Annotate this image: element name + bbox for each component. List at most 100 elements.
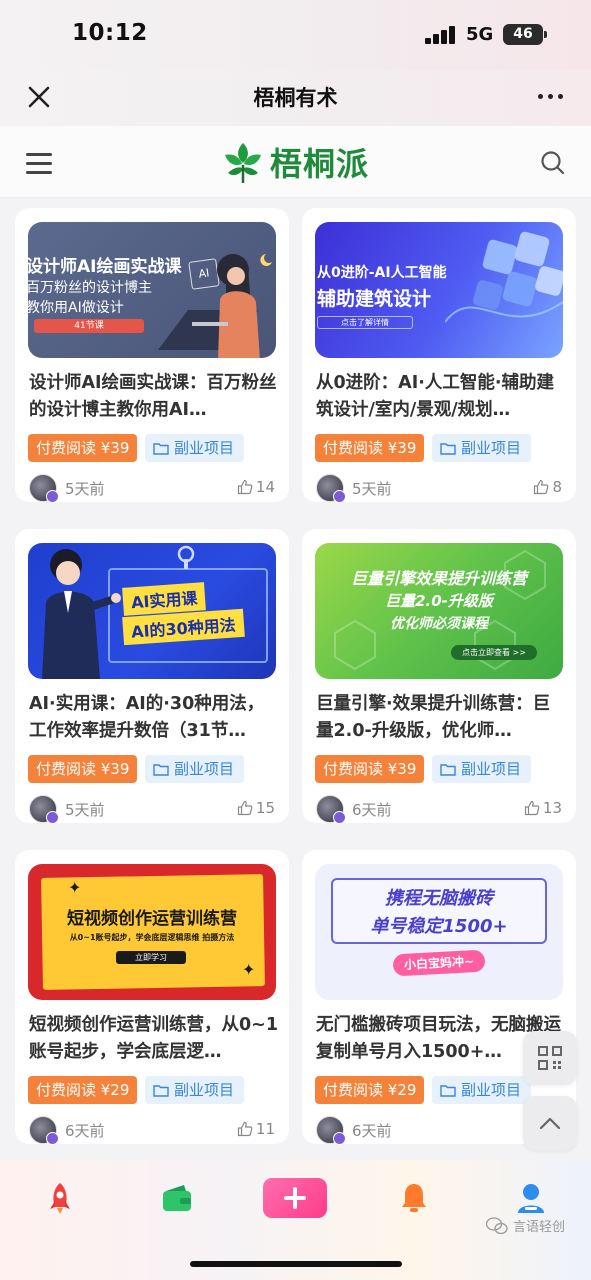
cubes-illustration <box>445 231 563 323</box>
course-title[interactable]: 短视频创作运营训练营，从0~1账号起步，学会底层逻… <box>29 1012 279 1066</box>
thumb-line1: 携程无脑搬砖 <box>385 888 493 909</box>
qr-code-button[interactable] <box>523 1031 577 1085</box>
avatar[interactable] <box>29 795 59 824</box>
thumb-up-icon <box>524 800 540 816</box>
like-count[interactable]: 15 <box>237 799 275 817</box>
post-time: 5天前 <box>65 480 105 498</box>
site-logo[interactable]: 梧桐派 <box>220 137 369 187</box>
avatar[interactable] <box>29 1116 59 1145</box>
pin-icon <box>177 545 195 569</box>
search-icon[interactable] <box>540 150 566 176</box>
bell-icon <box>402 1184 426 1212</box>
wallet-icon <box>163 1185 191 1211</box>
course-thumbnail[interactable]: 携程无脑搬砖 单号稳定1500+ 小白宝妈冲~ <box>315 864 563 1000</box>
price-tag: 付费阅读 ¥39 <box>28 755 138 783</box>
avatar[interactable] <box>316 474 346 503</box>
category-tag[interactable]: 副业项目 <box>432 755 532 783</box>
thumb-line1: 短视频创作运营训练营 <box>67 909 237 929</box>
course-thumbnail[interactable]: AI实用课 AI的30种用法 <box>28 543 276 679</box>
category-label: 副业项目 <box>461 439 522 457</box>
like-count[interactable]: 11 <box>237 1120 275 1138</box>
menu-icon[interactable] <box>26 151 54 175</box>
like-count[interactable]: 8 <box>533 478 562 496</box>
thumb-badge: 立即学习 <box>116 951 186 964</box>
thumb-line1: AI实用课 <box>122 582 207 616</box>
plus-icon <box>284 1187 306 1209</box>
course-card[interactable]: 设计师AI绘画实战课 百万粉丝的设计博主 教你用AI做设计 41节课 AI 设计… <box>15 208 289 503</box>
tab-rocket[interactable] <box>40 1178 80 1218</box>
category-tag[interactable]: 副业项目 <box>432 1076 532 1104</box>
page-title: 梧桐有术 <box>253 86 338 110</box>
thumb-badge: 点击立即查看 >> <box>451 645 537 660</box>
rocket-icon <box>50 1183 70 1214</box>
course-title[interactable]: 设计师AI绘画实战课：百万粉丝的设计博主教你用AI… <box>29 370 279 424</box>
presenter-illustration <box>42 549 121 679</box>
course-card[interactable]: AI实用课 AI的30种用法 AI·实用课：AI的·30种用法，工作效率提升数倍… <box>15 529 289 824</box>
avatar[interactable] <box>316 1116 346 1145</box>
tab-profile[interactable] <box>511 1178 551 1218</box>
back-to-top-button[interactable] <box>523 1096 577 1150</box>
like-number: 14 <box>255 478 275 496</box>
thumb-line3: 优化师必须课程 <box>390 616 488 632</box>
course-title[interactable]: 巨量引擎·效果提升训练营：巨量2.0-升级版，优化师… <box>316 691 566 745</box>
course-thumbnail[interactable]: 设计师AI绘画实战课 百万粉丝的设计博主 教你用AI做设计 41节课 AI <box>28 222 276 358</box>
thumb-line3: 教你用AI做设计 <box>28 300 124 316</box>
post-time: 6天前 <box>352 801 392 819</box>
course-card[interactable]: 短视频创作运营训练营 从0~1账号起步，学会底层逻辑思维 拍摄方法 立即学习 ✦… <box>15 850 289 1145</box>
thumb-line2: 百万粉丝的设计博主 <box>28 280 152 296</box>
like-count[interactable]: 14 <box>237 478 275 496</box>
thumb-up-icon <box>237 479 253 495</box>
price-tag: 付费阅读 ¥39 <box>315 434 425 462</box>
avatar[interactable] <box>29 474 59 503</box>
signal-icon <box>425 26 457 44</box>
folder-icon <box>153 1084 169 1097</box>
category-tag[interactable]: 副业项目 <box>432 434 532 462</box>
thumb-badge: 点击了解详情 <box>317 316 413 329</box>
category-tag[interactable]: 副业项目 <box>145 1076 245 1104</box>
user-icon <box>518 1184 544 1213</box>
home-indicator <box>190 1261 402 1267</box>
publish-button[interactable] <box>263 1178 327 1218</box>
like-count[interactable]: 13 <box>524 799 562 817</box>
price-tag: 付费阅读 ¥39 <box>28 434 138 462</box>
avatar[interactable] <box>316 795 346 824</box>
course-title[interactable]: 从0进阶：AI·人工智能·辅助建筑设计/室内/景观/规划… <box>316 370 566 424</box>
thumb-up-icon <box>237 800 253 816</box>
tab-wallet[interactable] <box>157 1178 197 1218</box>
sparkle-icon: ✦ <box>68 878 82 897</box>
thumb-line2: 巨量2.0-升级版 <box>385 592 493 610</box>
price-tag: 付费阅读 ¥39 <box>315 755 425 783</box>
course-thumbnail[interactable]: 短视频创作运营训练营 从0~1账号起步，学会底层逻辑思维 拍摄方法 立即学习 ✦… <box>28 864 276 1000</box>
status-bar: 10:12 5G 46 <box>0 0 591 70</box>
thumb-line1: 从0进阶-AI人工智能 <box>317 265 447 281</box>
chevron-up-icon <box>539 1117 561 1130</box>
watermark: 言语轻创 <box>486 1216 565 1235</box>
qr-code-icon <box>538 1046 562 1070</box>
category-tag[interactable]: 副业项目 <box>145 434 245 462</box>
category-tag[interactable]: 副业项目 <box>145 755 245 783</box>
course-thumbnail[interactable]: 巨量引擎效果提升训练营 巨量2.0-升级版 优化师必须课程 点击立即查看 >> <box>315 543 563 679</box>
course-title[interactable]: AI·实用课：AI的·30种用法，工作效率提升数倍（31节… <box>29 691 279 745</box>
tab-notifications[interactable] <box>394 1178 434 1218</box>
post-time: 5天前 <box>352 480 392 498</box>
more-icon[interactable] <box>536 92 566 102</box>
course-card[interactable]: 巨量引擎效果提升训练营 巨量2.0-升级版 优化师必须课程 点击立即查看 >> … <box>302 529 576 824</box>
folder-icon <box>153 763 169 776</box>
network-type: 5G <box>466 24 494 45</box>
like-number: 15 <box>255 799 275 817</box>
category-label: 副业项目 <box>174 760 235 778</box>
watermark-text: 言语轻创 <box>513 1220 566 1235</box>
post-time: 6天前 <box>65 1122 105 1140</box>
course-thumbnail[interactable]: 从0进阶-AI人工智能 辅助建筑设计 点击了解详情 <box>315 222 563 358</box>
battery-icon: 46 <box>503 24 547 45</box>
category-label: 副业项目 <box>461 1081 522 1099</box>
like-number: 8 <box>552 478 562 496</box>
category-label: 副业项目 <box>174 1081 235 1099</box>
thumb-line1: 巨量引擎效果提升训练营 <box>350 569 527 588</box>
folder-icon <box>153 442 169 455</box>
course-card[interactable]: 从0进阶-AI人工智能 辅助建筑设计 点击了解详情 从0进阶：AI·人工智能·辅… <box>302 208 576 503</box>
thumb-up-icon <box>237 1121 253 1137</box>
leaf-logo-icon <box>225 143 261 183</box>
post-time: 5天前 <box>65 801 105 819</box>
price-tag: 付费阅读 ¥29 <box>28 1076 138 1104</box>
